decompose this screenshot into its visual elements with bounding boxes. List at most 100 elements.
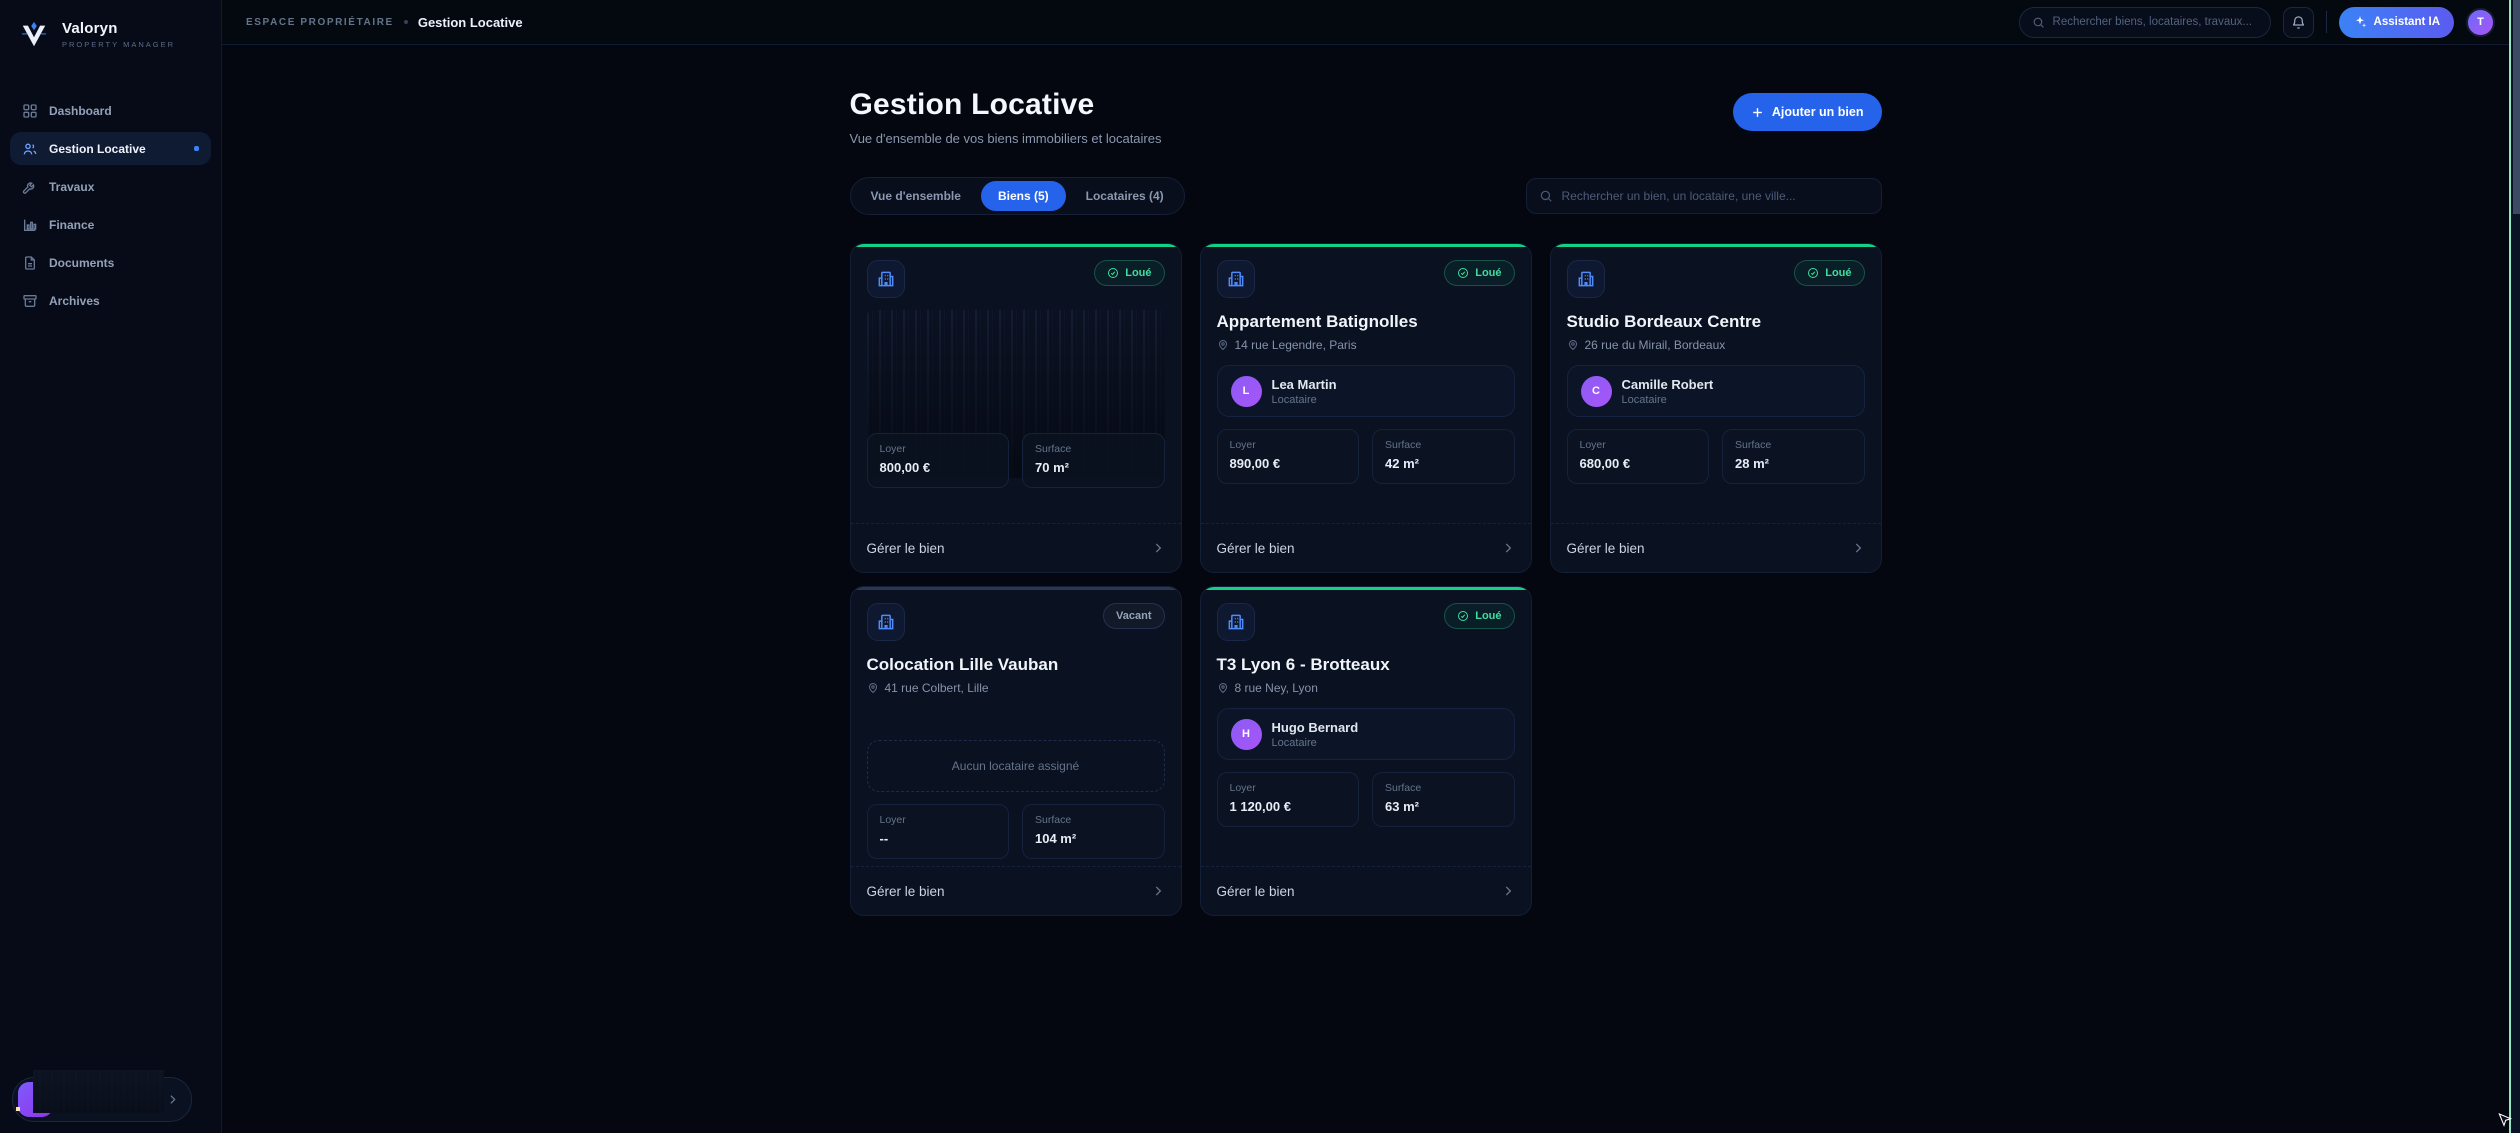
property-filter-input[interactable] [1562, 189, 1869, 203]
status-badge: Vacant [1103, 603, 1164, 629]
sidebar-item-finance[interactable]: Finance [10, 208, 211, 241]
property-address: 14 rue Legendre, Paris [1217, 338, 1515, 352]
surface-stat: Surface 42 m² [1372, 429, 1515, 484]
global-search-input[interactable] [2053, 16, 2258, 28]
rent-stat: Loyer 680,00 € [1567, 429, 1710, 484]
rent-value: 1 120,00 € [1230, 799, 1347, 814]
manage-property-button[interactable]: Gérer le bien [851, 523, 1181, 572]
mouse-cursor [2494, 1112, 2514, 1133]
check-circle-icon [1107, 267, 1119, 279]
rent-stat: Loyer 1 120,00 € [1217, 772, 1360, 827]
search-icon [2032, 16, 2045, 29]
breadcrumb-current: Gestion Locative [418, 15, 523, 30]
tenants-icon [22, 141, 38, 157]
rent-label: Loyer [880, 443, 997, 455]
sidebar-item-documents[interactable]: Documents [10, 246, 211, 279]
wrench-icon [22, 179, 38, 195]
page-title: Gestion Locative [850, 88, 1162, 122]
sparkles-icon [2353, 15, 2367, 29]
rent-label: Loyer [1580, 439, 1697, 451]
surface-value: 42 m² [1385, 456, 1502, 471]
sidebar-item-archives[interactable]: Archives [10, 284, 211, 317]
chevron-right-icon [1501, 541, 1515, 555]
surface-value: 104 m² [1035, 831, 1152, 846]
surface-value: 70 m² [1035, 460, 1152, 475]
map-pin-icon [1567, 339, 1579, 351]
add-property-button[interactable]: Ajouter un bien [1733, 93, 1882, 131]
status-badge: Loué [1094, 260, 1164, 286]
surface-label: Surface [1385, 782, 1502, 794]
rent-label: Loyer [1230, 439, 1347, 451]
tenant-role: Locataire [1272, 394, 1337, 406]
property-card[interactable]: Vacant Colocation Lille Vauban 41 rue Co… [850, 586, 1182, 916]
property-card[interactable]: Loué T3 Lyon 6 - Brotteaux 8 rue Ney, Ly… [1200, 586, 1532, 916]
view-tabs: Vue d'ensemble Biens (5) Locataires (4) [850, 177, 1185, 215]
tab-vue-densemble[interactable]: Vue d'ensemble [854, 181, 978, 211]
chevron-right-icon [166, 1093, 179, 1106]
chevron-right-icon [1151, 884, 1165, 898]
tenant-card: C Camille Robert Locataire [1567, 365, 1865, 417]
property-cards-grid: Loué Loyer 800,00 € Surface 70 m² [850, 243, 1882, 916]
tab-locataires[interactable]: Locataires (4) [1069, 181, 1181, 211]
assistant-ia-button[interactable]: Assistant IA [2339, 7, 2454, 38]
scrollbar-thumb[interactable] [2513, 0, 2520, 214]
chevron-right-icon [1851, 541, 1865, 555]
rent-stat: Loyer -- [867, 804, 1010, 859]
notifications-button[interactable] [2283, 7, 2314, 38]
surface-label: Surface [1385, 439, 1502, 451]
rent-value: 680,00 € [1580, 456, 1697, 471]
property-card[interactable]: Loué Studio Bordeaux Centre 26 rue du Mi… [1550, 243, 1882, 573]
chevron-right-icon [1151, 541, 1165, 555]
brand-tagline: PROPERTY MANAGER [62, 40, 175, 49]
property-address: 8 rue Ney, Lyon [1217, 681, 1515, 695]
property-card[interactable]: Loué Loyer 800,00 € Surface 70 m² [850, 243, 1182, 573]
tenant-name: Hugo Bernard [1272, 720, 1359, 735]
search-icon [1539, 189, 1553, 203]
global-search [2019, 7, 2271, 38]
building-icon [867, 603, 905, 641]
page-subtitle: Vue d'ensemble de vos biens immobiliers … [850, 131, 1162, 146]
property-card[interactable]: Loué Appartement Batignolles 14 rue Lege… [1200, 243, 1532, 573]
bell-icon [2291, 15, 2306, 30]
manage-property-button[interactable]: Gérer le bien [1201, 866, 1531, 915]
add-property-label: Ajouter un bien [1772, 105, 1864, 119]
rent-stat: Loyer 800,00 € [867, 433, 1010, 488]
tenant-avatar: H [1231, 719, 1262, 750]
rent-value: 800,00 € [880, 460, 997, 475]
tenant-avatar: C [1581, 376, 1612, 407]
breadcrumb-root[interactable]: ESPACE PROPRIÉTAIRE [246, 17, 394, 28]
tenant-role: Locataire [1622, 394, 1714, 406]
scrollbar-track[interactable] [2509, 0, 2520, 1133]
sidebar-item-travaux[interactable]: Travaux [10, 170, 211, 203]
sidebar: Valoryn PROPERTY MANAGER Dashboard Gesti… [0, 0, 222, 1133]
manage-property-button[interactable]: Gérer le bien [851, 866, 1181, 915]
manage-property-button[interactable]: Gérer le bien [1201, 523, 1531, 572]
sidebar-item-label: Gestion Locative [49, 142, 146, 156]
map-pin-icon [1217, 682, 1229, 694]
topbar: ESPACE PROPRIÉTAIRE Gestion Locative Ass… [222, 0, 2509, 45]
tenant-avatar: L [1231, 376, 1262, 407]
manage-property-button[interactable]: Gérer le bien [1551, 523, 1881, 572]
rent-value: -- [880, 831, 997, 846]
building-icon [867, 260, 905, 298]
sidebar-item-label: Documents [49, 256, 114, 270]
plus-icon [1751, 106, 1764, 119]
surface-stat: Surface 63 m² [1372, 772, 1515, 827]
status-badge: Loué [1444, 603, 1514, 629]
status-badge: Loué [1444, 260, 1514, 286]
tab-biens[interactable]: Biens (5) [981, 181, 1066, 211]
sidebar-item-gestion-locative[interactable]: Gestion Locative [10, 132, 211, 165]
active-indicator-dot [194, 146, 199, 151]
tenant-name: Lea Martin [1272, 377, 1337, 392]
property-address: 41 rue Colbert, Lille [867, 681, 1165, 695]
building-icon [1217, 603, 1255, 641]
property-filter-search [1526, 178, 1882, 214]
sidebar-item-dashboard[interactable]: Dashboard [10, 94, 211, 127]
surface-stat: Surface 70 m² [1022, 433, 1165, 488]
image-artifact-overlay [33, 1070, 164, 1113]
surface-stat: Surface 104 m² [1022, 804, 1165, 859]
main-content: Gestion Locative Vue d'ensemble de vos b… [222, 45, 2509, 1133]
rent-stat: Loyer 890,00 € [1217, 429, 1360, 484]
topbar-divider [2326, 11, 2327, 33]
user-avatar[interactable]: T [2466, 8, 2495, 37]
